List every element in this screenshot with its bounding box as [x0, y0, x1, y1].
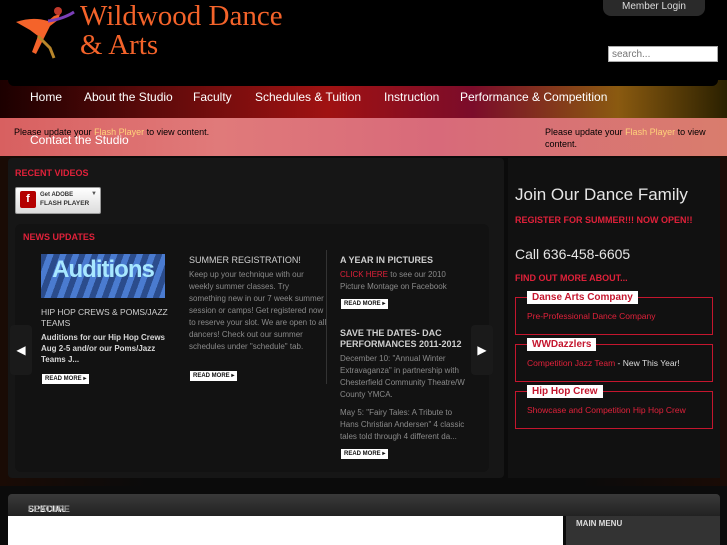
flash-badge-line2: FLASH PLAYER [40, 200, 90, 207]
news-item-4-title[interactable]: SAVE THE DATES- DAC PERFORMANCES 2011-20… [340, 328, 474, 350]
wwdazzlers-line: Competition Jazz Team - New This Year! [527, 358, 680, 368]
logo-line-2: & Arts [80, 29, 159, 61]
get-flash-player-badge[interactable]: f Get ADOBE FLASH PLAYER ▼ [15, 187, 101, 214]
news-next-arrow-icon[interactable]: ▶ [471, 325, 493, 375]
nav-item-performance[interactable]: Performance & Competition [460, 90, 607, 104]
news-prev-arrow-icon[interactable]: ◀ [10, 325, 32, 375]
member-login-button[interactable]: Member Login [603, 0, 705, 16]
feature-word: FEATURE [28, 504, 70, 514]
main-menu-heading: MAIN MENU [576, 519, 623, 528]
read-more-label: READ MORE [45, 376, 82, 382]
download-arrow-icon: ▼ [91, 191, 97, 197]
register-link[interactable]: REGISTER FOR SUMMER!!! NOW OPEN!! [515, 215, 693, 225]
join-heading: Join Our Dance Family [515, 185, 688, 204]
hip-hop-tag[interactable]: Hip Hop Crew [527, 385, 603, 398]
special-feature-content [8, 516, 563, 545]
site-logo-text[interactable]: Wildwood Dance & Arts [80, 2, 283, 60]
news-item-2-body: Keep up your technique with our weekly s… [189, 270, 327, 351]
news-item-1-title[interactable]: HIP HOP CREWS & POMS/JAZZ TEAMS [41, 307, 176, 329]
nav-item-instruction[interactable]: Instruction [384, 90, 439, 104]
nav-top-edge [8, 80, 718, 86]
find-out-more-heading: FIND OUT MORE ABOUT... [515, 273, 628, 283]
news-item-3-title[interactable]: A YEAR IN PICTURES [340, 255, 433, 265]
news-item-3-read-more[interactable]: READ MORE ▸ [341, 299, 389, 309]
auditions-image[interactable]: Auditions [41, 254, 165, 298]
logo-line-1: Wildwood Dance [80, 0, 283, 32]
wwdazzlers-link[interactable]: Competition Jazz Team [527, 358, 615, 368]
flash-notice-right: Please update your Flash Player to view … [545, 126, 715, 150]
wwdazzlers-extra: - New This Year! [615, 358, 680, 368]
phone-text: Call 636-458-6605 [515, 246, 631, 262]
news-item-1-body: Auditions for our Hip Hop Crews Aug 2-5 … [41, 333, 165, 364]
news-item-3-body: CLICK HERE to see our 2010 Picture Monta… [340, 269, 470, 293]
special-feature-bar: SPECIAL FEATURE [8, 494, 720, 516]
nav-item-about[interactable]: About the Studio [84, 90, 173, 104]
nav-item-home[interactable]: Home [30, 90, 62, 104]
recent-videos-heading: RECENT VIDEOS [15, 168, 89, 178]
flash-notice-suffix: to view content. [144, 127, 210, 137]
hip-hop-link[interactable]: Showcase and Competition Hip Hop Crew [527, 405, 686, 415]
flash-logo-icon: f [20, 191, 36, 208]
news-divider [326, 250, 327, 384]
main-menu-panel: MAIN MENU [566, 516, 720, 545]
danse-arts-link[interactable]: Pre-Professional Dance Company [527, 311, 656, 321]
read-more-label: READ MORE [344, 451, 381, 457]
flash-notice-prefix-2: Please update your [545, 127, 626, 137]
news-item-4-read-more[interactable]: READ MORE ▸ [341, 449, 389, 459]
click-here-link[interactable]: CLICK HERE [340, 270, 388, 279]
read-more-label: READ MORE [344, 301, 381, 307]
news-item-4-body: December 10: "Annual Winter Extravaganza… [340, 354, 465, 399]
news-updates-heading: NEWS UPDATES [23, 232, 95, 242]
search-input[interactable] [608, 46, 718, 62]
danse-arts-tag[interactable]: Danse Arts Company [527, 291, 638, 304]
auditions-image-text: Auditions [52, 256, 155, 283]
dancer-logo-icon[interactable] [14, 4, 76, 60]
nav-item-contact[interactable]: Contact the Studio [30, 133, 129, 147]
news-item-4-body-2: May 5: "Fairy Tales: A Tribute to Hans C… [340, 408, 465, 441]
news-item-2-title[interactable]: SUMMER REGISTRATION! [189, 255, 301, 265]
flash-player-link-2[interactable]: Flash Player [625, 127, 675, 137]
flash-badge-line1: Get ADOBE [40, 192, 74, 198]
nav-item-faculty[interactable]: Faculty [193, 90, 232, 104]
read-more-label: READ MORE [193, 373, 230, 379]
nav-item-schedules[interactable]: Schedules & Tuition [255, 90, 361, 104]
news-item-1-read-more[interactable]: READ MORE ▸ [42, 374, 90, 384]
news-item-2-read-more[interactable]: READ MORE ▸ [190, 371, 238, 381]
wwdazzlers-tag[interactable]: WWDazzlers [527, 338, 597, 351]
